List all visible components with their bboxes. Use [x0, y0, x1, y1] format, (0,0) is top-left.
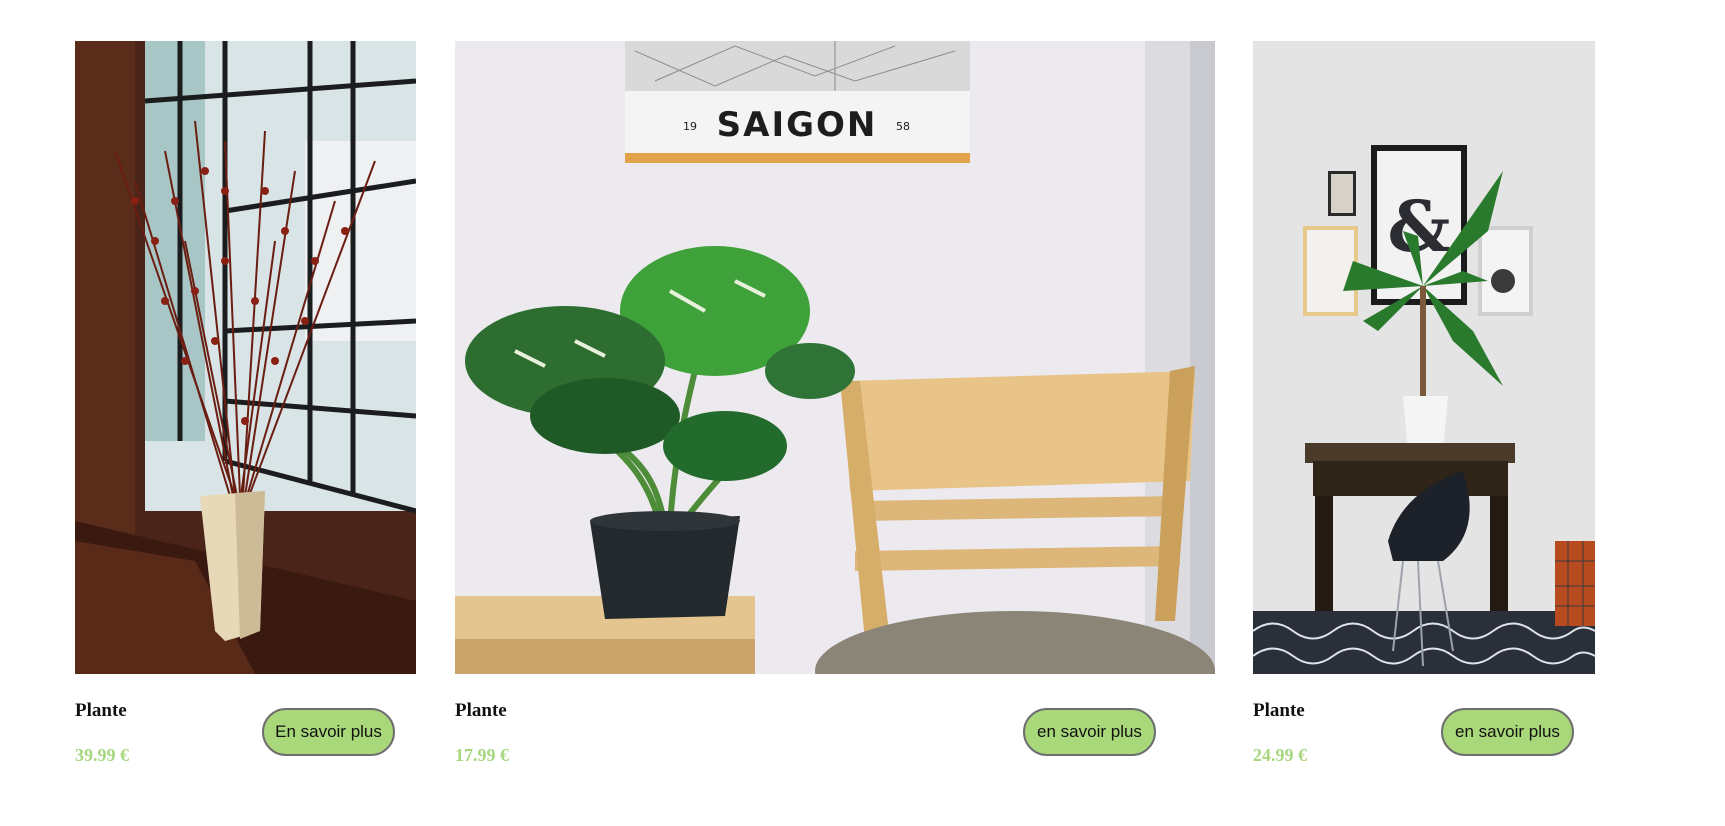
learn-more-button[interactable]: en savoir plus [1441, 708, 1574, 756]
product-price: 39.99 € [75, 745, 129, 765]
poster-text: SAIGON [717, 105, 878, 145]
poster-year-left: 19 [683, 120, 697, 133]
product-name: Plante [75, 700, 127, 721]
product-image-monstera-chair: SAIGON 19 58 [455, 41, 1215, 674]
product-image-willow-vase [75, 41, 416, 674]
product-name: Plante [1253, 700, 1305, 721]
learn-more-button[interactable]: en savoir plus [1023, 708, 1156, 756]
product-name: Plante [455, 700, 507, 721]
product-price: 24.99 € [1253, 745, 1307, 765]
product-price: 17.99 € [455, 745, 509, 765]
poster-year-right: 58 [896, 120, 910, 133]
learn-more-button[interactable]: En savoir plus [262, 708, 395, 756]
product-image-palm-desk: & [1253, 41, 1595, 674]
